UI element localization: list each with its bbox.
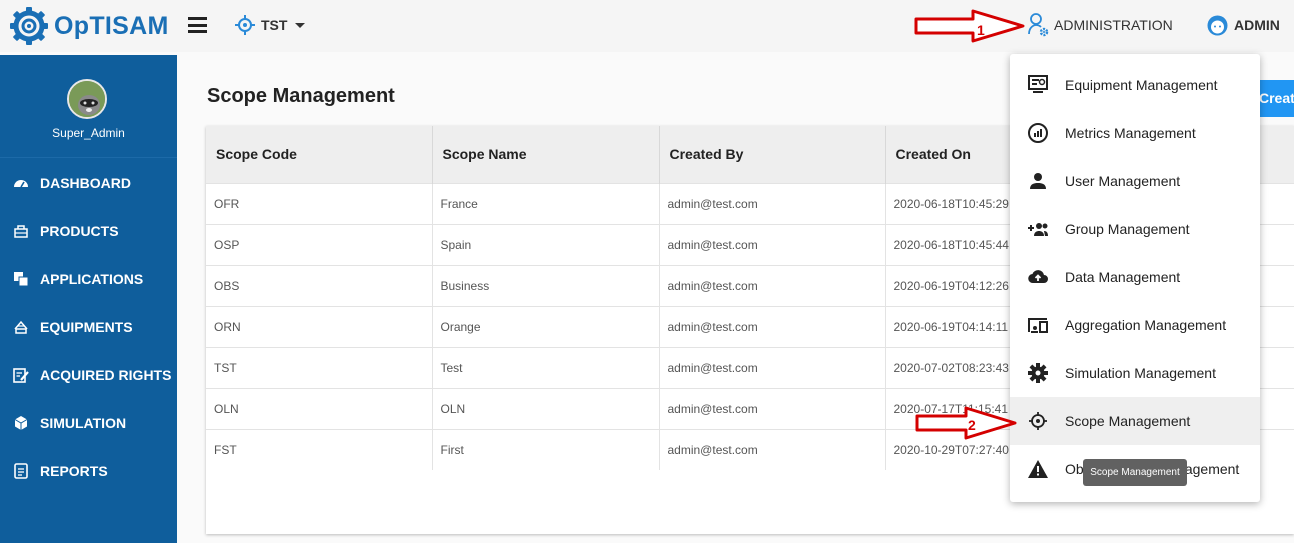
sidebar-item-products[interactable]: PRODUCTS <box>0 207 177 255</box>
annotation-step-1: 1 <box>977 22 985 38</box>
logo-gear-icon <box>10 7 48 45</box>
cell-scope-code: TST <box>206 346 433 388</box>
menu-item-label: Equipment Management <box>1065 77 1218 93</box>
reports-icon <box>14 463 28 479</box>
cell-scope-name: OLN <box>432 387 660 429</box>
user-label: ADMIN <box>1234 17 1280 33</box>
sidebar-item-acquired-rights[interactable]: ACQUIRED RIGHTS <box>0 351 177 399</box>
menu-item-group-management[interactable]: Group Management <box>1010 205 1260 253</box>
cell-scope-name: Business <box>432 264 660 306</box>
group-add-icon <box>1027 218 1049 240</box>
app-logo[interactable]: OpTISAM <box>10 6 169 46</box>
cell-created-by: admin@test.com <box>659 346 886 388</box>
menu-item-metrics-management[interactable]: Metrics Management <box>1010 109 1260 157</box>
sidebar-item-applications[interactable]: APPLICATIONS <box>0 255 177 303</box>
sidebar: Super_Admin DASHBOARD PRODUCTS APPLICATI… <box>0 55 177 543</box>
menu-item-equipment-management[interactable]: Equipment Management <box>1010 61 1260 109</box>
cloud-upload-icon <box>1027 266 1049 288</box>
sidebar-item-label: SIMULATION <box>40 415 127 431</box>
equipment-management-icon <box>1027 74 1049 96</box>
sidebar-item-label: DASHBOARD <box>40 175 131 191</box>
sidebar-item-label: REPORTS <box>40 463 108 479</box>
cell-scope-name: France <box>432 182 660 224</box>
user-face-icon <box>1207 15 1228 35</box>
simulation-icon <box>14 416 28 430</box>
sidebar-profile: Super_Admin <box>0 55 177 158</box>
cell-created-by: admin@test.com <box>659 428 886 470</box>
cell-scope-code: OBS <box>206 264 433 306</box>
cell-scope-name: Test <box>432 346 660 388</box>
scope-selector-value: TST <box>261 17 288 33</box>
annotation-arrow-icon <box>915 406 1017 440</box>
menu-toggle-icon[interactable] <box>188 17 207 33</box>
menu-item-label: Metrics Management <box>1065 125 1196 141</box>
warning-icon <box>1027 458 1049 480</box>
cell-created-by: admin@test.com <box>659 305 886 347</box>
tooltip: Scope Management <box>1083 459 1187 486</box>
devices-icon <box>1027 314 1049 336</box>
cell-scope-name: Orange <box>432 305 660 347</box>
avatar[interactable] <box>67 79 107 119</box>
sidebar-item-equipments[interactable]: EQUIPMENTS <box>0 303 177 351</box>
cell-created-by: admin@test.com <box>659 182 886 224</box>
cell-created-by: admin@test.com <box>659 223 886 265</box>
sidebar-item-label: EQUIPMENTS <box>40 319 133 335</box>
sidebar-item-label: PRODUCTS <box>40 223 119 239</box>
person-icon <box>1027 170 1049 192</box>
cell-scope-name: First <box>432 428 660 470</box>
cell-scope-code: OLN <box>206 387 433 429</box>
sidebar-item-label: ACQUIRED RIGHTS <box>40 367 172 383</box>
sidebar-username: Super_Admin <box>52 126 125 140</box>
menu-item-label: Simulation Management <box>1065 365 1216 381</box>
menu-item-label: Group Management <box>1065 221 1190 237</box>
menu-item-data-management[interactable]: Data Management <box>1010 253 1260 301</box>
cell-scope-code: OFR <box>206 182 433 224</box>
dashboard-icon <box>14 180 28 188</box>
app-name: OpTISAM <box>54 11 169 40</box>
top-bar: OpTISAM TST ADMINISTRATION ADMIN <box>0 0 1294 52</box>
menu-item-user-management[interactable]: User Management <box>1010 157 1260 205</box>
admin-settings-icon <box>1028 13 1049 37</box>
cell-scope-code: OSP <box>206 223 433 265</box>
settings-icon <box>1027 362 1049 384</box>
sidebar-item-label: APPLICATIONS <box>40 271 144 287</box>
menu-item-label: Data Management <box>1065 269 1181 285</box>
page-title: Scope Management <box>207 85 395 107</box>
cell-scope-code: ORN <box>206 305 433 347</box>
scope-target-icon <box>1027 410 1049 432</box>
metrics-icon <box>1027 122 1049 144</box>
cell-created-by: admin@test.com <box>659 264 886 306</box>
column-header-scope-code[interactable]: Scope Code <box>206 126 433 183</box>
sidebar-item-dashboard[interactable]: DASHBOARD <box>0 159 177 207</box>
user-menu-button[interactable]: ADMIN <box>1207 14 1280 36</box>
sidebar-item-reports[interactable]: REPORTS <box>0 447 177 495</box>
acquired-rights-icon <box>13 368 29 383</box>
menu-item-aggregation-management[interactable]: Aggregation Management <box>1010 301 1260 349</box>
cell-scope-name: Spain <box>432 223 660 265</box>
sidebar-nav: DASHBOARD PRODUCTS APPLICATIONS EQUIPMEN… <box>0 159 177 495</box>
menu-item-scope-management[interactable]: Scope Management <box>1010 397 1260 445</box>
administration-menu-button[interactable]: ADMINISTRATION <box>1028 12 1173 38</box>
menu-item-label: Aggregation Management <box>1065 317 1227 333</box>
menu-item-label: User Management <box>1065 173 1181 189</box>
menu-item-label: Scope Management <box>1065 413 1191 429</box>
column-header-created-by[interactable]: Created By <box>659 126 886 183</box>
menu-item-simulation-management[interactable]: Simulation Management <box>1010 349 1260 397</box>
scope-target-icon <box>235 15 255 35</box>
cell-created-by: admin@test.com <box>659 387 886 429</box>
administration-dropdown: Equipment Management Metrics Management … <box>1010 54 1260 502</box>
chevron-down-icon <box>295 22 306 28</box>
equipments-icon <box>14 320 28 334</box>
cell-scope-code: FST <box>206 428 433 470</box>
annotation-step-2: 2 <box>968 417 976 433</box>
column-header-scope-name[interactable]: Scope Name <box>432 126 660 183</box>
applications-icon <box>14 272 29 287</box>
annotation-arrow-icon <box>914 9 1025 43</box>
scope-selector[interactable]: TST <box>235 14 306 36</box>
products-icon <box>14 225 28 238</box>
administration-label: ADMINISTRATION <box>1054 17 1173 33</box>
sidebar-item-simulation[interactable]: SIMULATION <box>0 399 177 447</box>
